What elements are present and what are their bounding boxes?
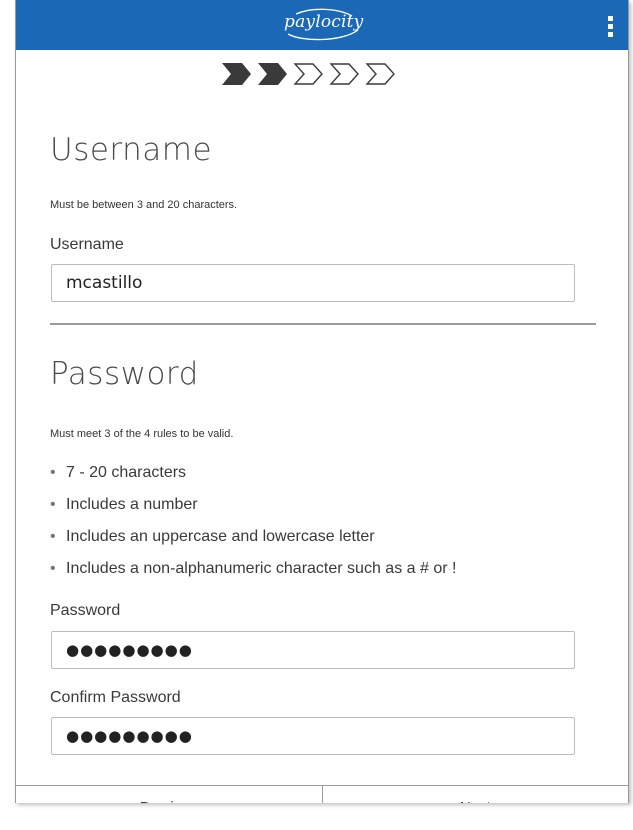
username-hint: Must be between 3 and 20 characters. [50, 199, 238, 211]
password-heading: Password [50, 356, 199, 392]
password-input[interactable] [51, 631, 575, 669]
rule-text: Includes a non-alphanumeric character su… [66, 560, 457, 577]
step-2-completed-icon [258, 63, 287, 85]
rule-text: Includes a number [66, 496, 198, 513]
next-button[interactable]: Next [323, 786, 629, 803]
rule-text: Includes an uppercase and lowercase lett… [66, 528, 375, 545]
list-item: • Includes a non-alphanumeric character s… [50, 560, 457, 577]
kebab-menu-icon[interactable] [606, 16, 614, 42]
step-4-pending-icon [329, 63, 359, 85]
confirm-password-label: Confirm Password [50, 689, 181, 706]
step-3-pending-icon [293, 63, 323, 85]
password-hint: Must meet 3 of the 4 rules to be valid. [50, 428, 234, 440]
list-item: • 7 - 20 characters [50, 464, 187, 481]
step-5-pending-icon [365, 63, 395, 85]
progress-stepper [220, 60, 397, 90]
step-1-completed-icon [222, 63, 251, 85]
password-rules-list: • 7 - 20 characters • Includes a number • I… [50, 462, 456, 590]
username-label: Username [50, 236, 124, 253]
username-input[interactable] [51, 264, 575, 302]
list-item: • Includes an uppercase and lowercase let… [50, 528, 375, 545]
username-heading: Username [50, 132, 213, 168]
logo: paylocity [284, 12, 364, 32]
rule-text: 7 - 20 characters [66, 464, 187, 481]
section-divider [50, 323, 596, 325]
wizard-footer: Previous Next [16, 785, 628, 803]
app-header: paylocity [16, 0, 628, 50]
previous-button[interactable]: Previous [16, 786, 323, 803]
password-label: Password [50, 602, 121, 619]
confirm-password-input[interactable] [51, 717, 575, 755]
app-frame: paylocity Username Must be between 3 and… [15, 0, 629, 803]
list-item: • Includes a number [50, 496, 198, 513]
